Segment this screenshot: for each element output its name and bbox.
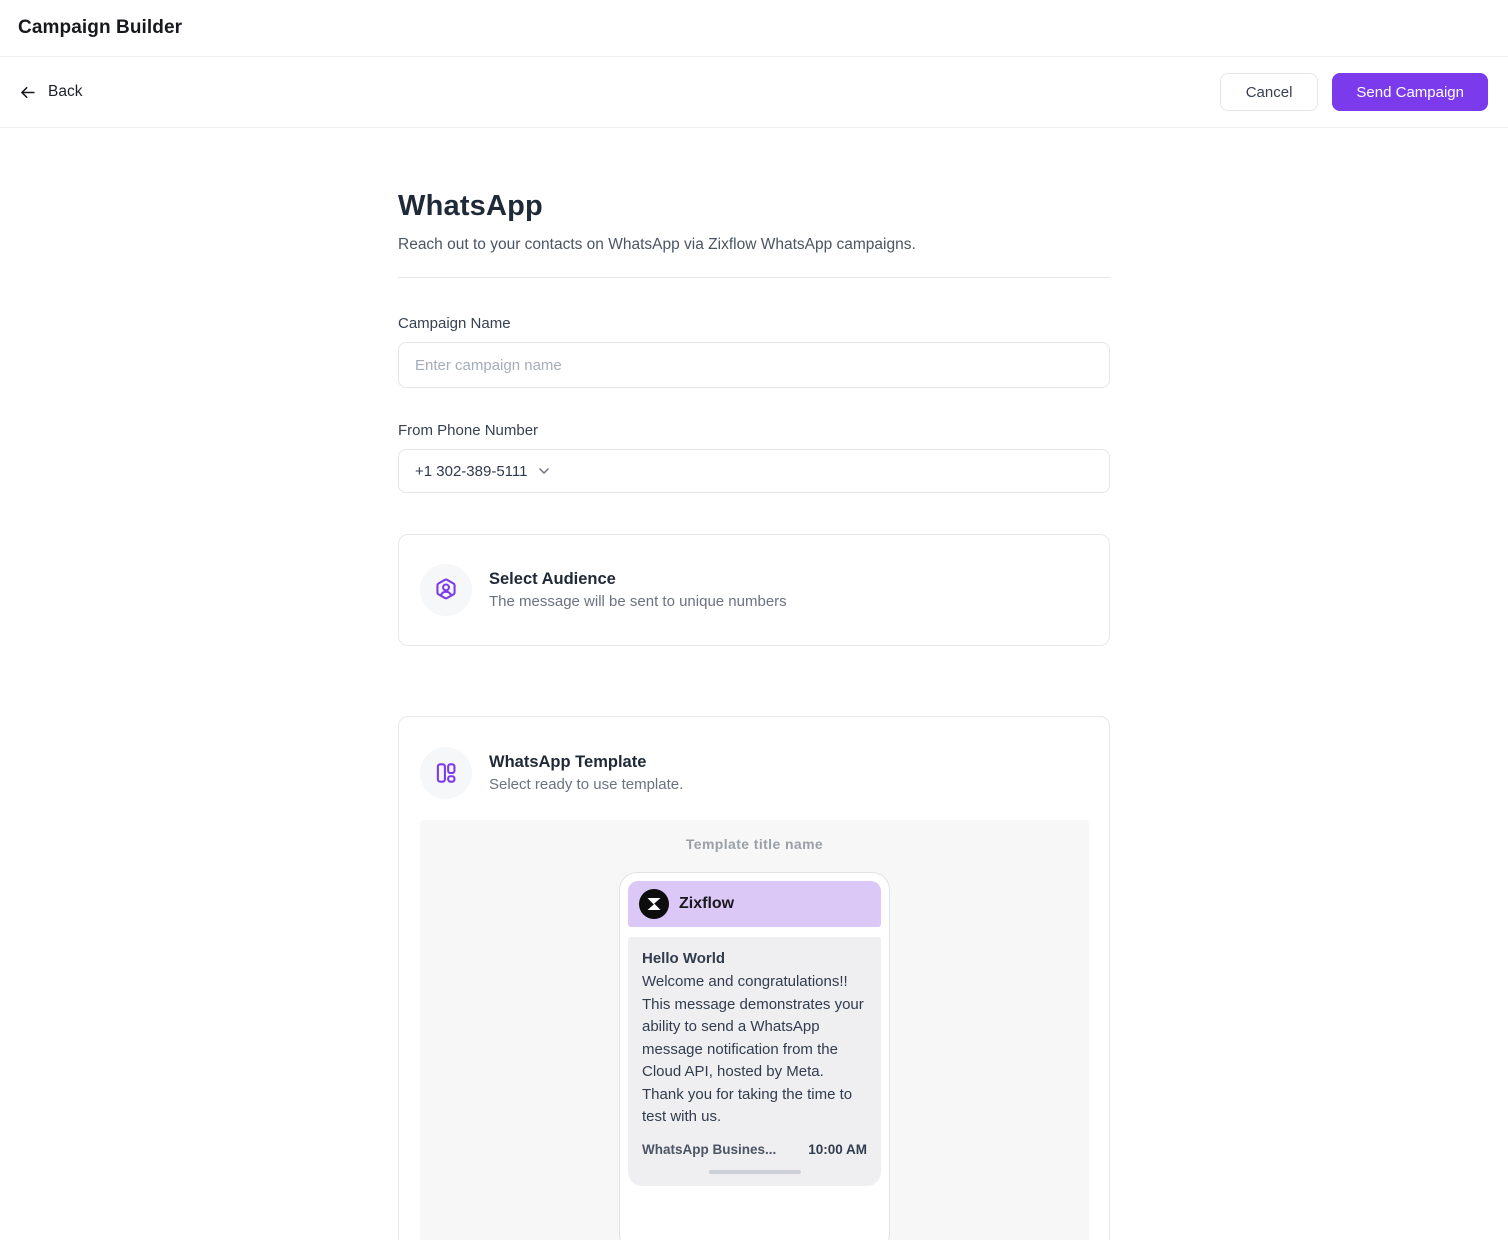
cancel-button[interactable]: Cancel [1220, 73, 1319, 111]
back-arrow-icon [18, 83, 37, 102]
campaign-name-input[interactable] [398, 342, 1110, 388]
audience-card-title: Select Audience [489, 570, 787, 589]
template-card-title: WhatsApp Template [489, 753, 683, 772]
message-bubble: Hello World Welcome and congratulations!… [628, 937, 881, 1186]
template-layout-icon [433, 760, 459, 786]
action-toolbar: Back Cancel Send Campaign [0, 57, 1508, 128]
toolbar-actions: Cancel Send Campaign [1220, 73, 1488, 111]
template-title-name: Template title name [420, 836, 1089, 852]
message-time: 10:00 AM [808, 1142, 867, 1157]
template-card-header[interactable]: WhatsApp Template Select ready to use te… [399, 747, 1109, 799]
message-footer: WhatsApp Busines... 10:00 AM [642, 1142, 867, 1157]
send-campaign-button[interactable]: Send Campaign [1332, 73, 1488, 111]
campaign-name-label: Campaign Name [398, 315, 1110, 332]
preview-brand-name: Zixflow [679, 895, 734, 913]
whatsapp-template-card: WhatsApp Template Select ready to use te… [398, 716, 1110, 1240]
from-phone-field: From Phone Number +1 302-389-5111 [398, 422, 1110, 493]
campaign-name-field: Campaign Name [398, 315, 1110, 388]
template-card-subtitle: Select ready to use template. [489, 776, 683, 793]
template-icon-circle [420, 747, 472, 799]
audience-icon-circle [420, 564, 472, 616]
channel-subtitle: Reach out to your contacts on WhatsApp v… [398, 236, 1110, 254]
campaign-builder-app: Campaign Builder Back Cancel Send Campai… [0, 0, 1508, 1240]
channel-title: WhatsApp [398, 190, 1110, 223]
template-card-text: WhatsApp Template Select ready to use te… [489, 753, 683, 793]
app-title: Campaign Builder [18, 17, 182, 39]
audience-card-text: Select Audience The message will be sent… [489, 570, 787, 610]
preview-brand-header: Zixflow [628, 881, 881, 927]
from-phone-selected-value: +1 302-389-5111 [415, 463, 527, 480]
back-label: Back [48, 83, 82, 101]
message-body: Welcome and congratulations!! This messa… [642, 971, 867, 1129]
template-preview-panel: Template title name Zixflow [420, 820, 1089, 1240]
chevron-down-icon [536, 463, 552, 479]
user-hexagon-icon [433, 577, 459, 603]
from-phone-label: From Phone Number [398, 422, 1110, 439]
back-button[interactable]: Back [18, 83, 82, 102]
message-title: Hello World [642, 950, 867, 967]
audience-card-subtitle: The message will be sent to unique numbe… [489, 593, 787, 610]
bubble-handle-bar [709, 1170, 801, 1174]
message-sender: WhatsApp Busines... [642, 1142, 776, 1157]
from-phone-select[interactable]: +1 302-389-5111 [398, 449, 1110, 493]
zixflow-logo-icon [639, 889, 669, 919]
select-audience-card[interactable]: Select Audience The message will be sent… [398, 534, 1110, 646]
top-header: Campaign Builder [0, 0, 1508, 57]
message-preview-phone: Zixflow Hello World Welcome and congratu… [619, 872, 890, 1240]
divider [398, 277, 1110, 278]
campaign-form: WhatsApp Reach out to your contacts on W… [398, 128, 1110, 1240]
